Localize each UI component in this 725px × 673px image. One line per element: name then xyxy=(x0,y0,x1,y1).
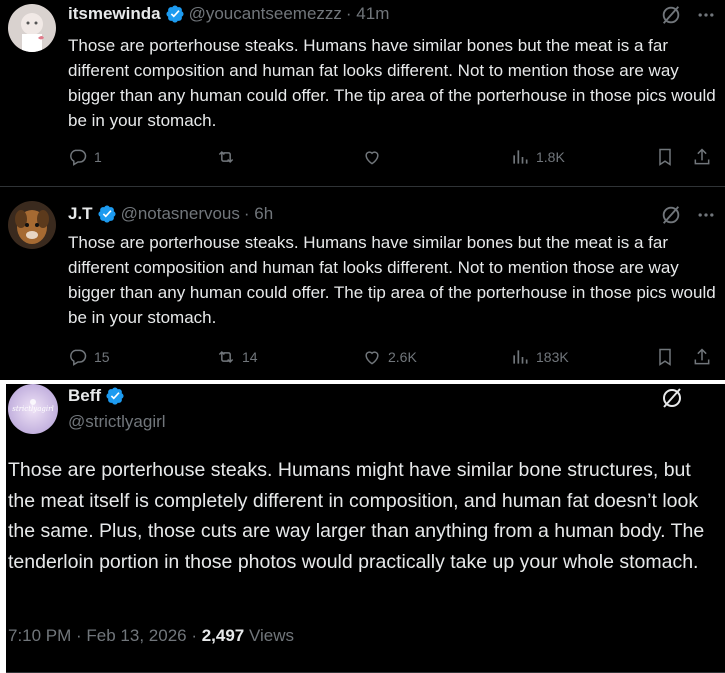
views-icon xyxy=(513,350,528,364)
reply-count: 15 xyxy=(94,349,110,365)
views-label: Views xyxy=(244,626,295,645)
like-count: 2.6K xyxy=(388,349,417,365)
tweet-text: Those are porterhouse steaks. Humans mig… xyxy=(8,459,705,573)
handle[interactable]: @strictlyagirl xyxy=(68,412,166,432)
more-icon[interactable] xyxy=(696,205,716,230)
share-icon xyxy=(694,348,710,365)
grok-icon[interactable] xyxy=(660,386,684,415)
reply-icon xyxy=(70,349,87,366)
views-count: 2,497 xyxy=(201,626,245,645)
display-name[interactable]: itsmewinda xyxy=(68,4,161,24)
handle[interactable]: @notasnervous xyxy=(121,204,240,224)
like-button[interactable] xyxy=(362,147,388,167)
views-button[interactable]: 183K xyxy=(510,347,569,367)
timestamp[interactable]: 7:10 PM · Feb 13, 2026 · xyxy=(8,626,202,645)
timestamp[interactable]: · 41m xyxy=(346,4,389,24)
avatar[interactable] xyxy=(8,4,56,52)
bookmark-button[interactable] xyxy=(655,147,675,167)
avatar[interactable]: strictlyagirl xyxy=(8,384,58,434)
timestamp[interactable]: · 6h xyxy=(244,204,273,224)
verified-badge-icon xyxy=(105,386,125,406)
reply-icon xyxy=(70,149,87,166)
reply-button[interactable]: 15 xyxy=(68,347,110,367)
bookmark-button[interactable] xyxy=(655,347,675,367)
verified-badge-icon xyxy=(165,4,185,24)
tweet-text: Those are porterhouse steaks. Humans hav… xyxy=(68,36,716,130)
repost-button[interactable]: 14 xyxy=(216,347,258,367)
avatar-text: strictlyagirl xyxy=(12,405,54,413)
reply-button[interactable]: 1 xyxy=(68,147,102,167)
more-icon[interactable] xyxy=(696,5,716,30)
reply-tweet[interactable]: itsmewinda @youcantseemezzz · 41m Those … xyxy=(0,0,725,187)
views-icon xyxy=(513,150,528,164)
verified-badge-icon xyxy=(97,204,117,224)
grok-icon[interactable] xyxy=(660,4,682,31)
share-button[interactable] xyxy=(692,147,712,167)
bookmark-icon xyxy=(659,148,671,166)
share-icon xyxy=(694,148,710,165)
display-name[interactable]: Beff xyxy=(68,386,101,406)
views-count: 1.8K xyxy=(536,149,565,165)
bookmark-icon xyxy=(659,348,671,366)
repost-button[interactable] xyxy=(216,147,242,167)
heart-icon xyxy=(365,151,379,165)
share-button[interactable] xyxy=(692,347,712,367)
reply-count: 1 xyxy=(94,149,102,165)
display-name[interactable]: J.T xyxy=(68,204,93,224)
main-tweet[interactable]: strictlyagirl Beff @strictlyagirl Those … xyxy=(6,384,725,673)
avatar[interactable] xyxy=(8,201,56,249)
heart-icon xyxy=(365,351,379,365)
handle[interactable]: @youcantseemezzz xyxy=(189,4,342,24)
views-count: 183K xyxy=(536,349,569,365)
grok-icon[interactable] xyxy=(660,204,682,231)
like-button[interactable]: 2.6K xyxy=(362,347,417,367)
reply-tweet[interactable]: J.T @notasnervous · 6h Those are porterh… xyxy=(0,187,725,380)
repost-count: 14 xyxy=(242,349,258,365)
repost-icon xyxy=(218,350,234,364)
repost-icon xyxy=(218,150,234,164)
views-button[interactable]: 1.8K xyxy=(510,147,565,167)
tweet-text: Those are porterhouse steaks. Humans hav… xyxy=(68,233,716,327)
